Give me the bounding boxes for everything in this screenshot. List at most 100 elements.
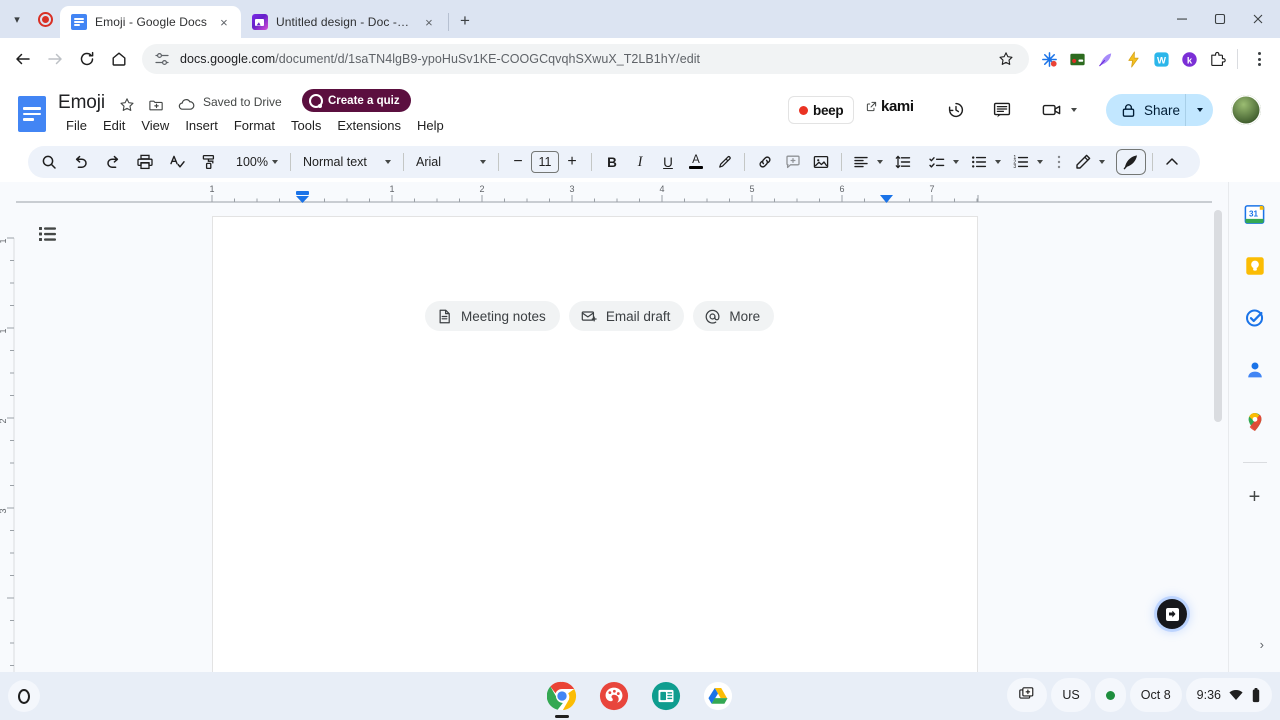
font-family-dropdown[interactable]: Arial	[410, 149, 492, 175]
quill-extension-icon[interactable]	[1093, 47, 1117, 71]
version-history-icon[interactable]	[942, 96, 970, 124]
tab-close-icon[interactable]: ×	[420, 13, 438, 31]
beep-button[interactable]: beep	[788, 96, 855, 124]
menu-format[interactable]: Format	[226, 116, 283, 135]
zoom-level-dropdown[interactable]: 100%	[230, 149, 284, 175]
redo-icon[interactable]	[100, 149, 126, 175]
editing-pencil-icon[interactable]	[1070, 149, 1096, 175]
extensions-puzzle-icon[interactable]	[1205, 47, 1229, 71]
create-quiz-button[interactable]: Create a quiz	[302, 89, 411, 112]
kami-button[interactable]: kami	[866, 98, 914, 115]
close-window-button[interactable]	[1240, 4, 1276, 34]
chrome-app-icon[interactable]	[544, 678, 580, 714]
paint-format-icon[interactable]	[196, 149, 222, 175]
launcher-icon[interactable]	[8, 680, 40, 712]
grammarly-extension-icon[interactable]	[1037, 47, 1061, 71]
screen-recorder-extension-icon[interactable]	[1065, 47, 1089, 71]
google-tasks-icon[interactable]	[1241, 304, 1269, 332]
browser-tab-docs[interactable]: Emoji - Google Docs ×	[60, 6, 241, 38]
paragraph-style-dropdown[interactable]: Normal text	[297, 149, 397, 175]
bold-button[interactable]: B	[598, 149, 626, 175]
minimize-button[interactable]	[1164, 4, 1200, 34]
home-button[interactable]	[104, 44, 134, 74]
undo-icon[interactable]	[68, 149, 94, 175]
document-page[interactable]: Meeting notes Email draft More	[212, 216, 978, 672]
menu-help[interactable]: Help	[409, 116, 452, 135]
keyboard-layout-button[interactable]: US	[1051, 678, 1091, 712]
align-left-icon[interactable]	[848, 149, 874, 175]
forward-button[interactable]	[40, 44, 70, 74]
line-spacing-icon[interactable]	[890, 149, 916, 175]
checklist-icon[interactable]	[924, 149, 950, 175]
collapse-toolbar-icon[interactable]	[1159, 149, 1185, 175]
google-docs-logo[interactable]	[18, 96, 46, 132]
share-button[interactable]: Share	[1106, 94, 1193, 126]
search-icon[interactable]	[36, 149, 62, 175]
decrease-font-size-button[interactable]: −	[505, 149, 531, 175]
wordtune-extension-icon[interactable]: W	[1149, 47, 1173, 71]
numbered-list-dropdown-chevron-down-icon[interactable]	[1034, 149, 1046, 175]
move-to-folder-icon[interactable]	[143, 92, 169, 118]
add-comment-icon[interactable]	[779, 149, 807, 175]
chip-meeting-notes[interactable]: Meeting notes	[425, 301, 560, 331]
kami-extension-icon[interactable]: k	[1177, 47, 1201, 71]
lightning-extension-icon[interactable]	[1121, 47, 1145, 71]
vertical-scrollbar[interactable]	[1214, 210, 1222, 422]
address-bar[interactable]: docs.google.com/document/d/1saTN4lgB9-yp…	[142, 44, 1029, 74]
google-maps-icon[interactable]	[1241, 408, 1269, 436]
menu-edit[interactable]: Edit	[95, 116, 133, 135]
print-icon[interactable]	[132, 149, 158, 175]
google-keep-icon[interactable]	[1241, 252, 1269, 280]
menu-view[interactable]: View	[133, 116, 177, 135]
google-contacts-icon[interactable]	[1241, 356, 1269, 384]
add-apps-button[interactable]: +	[1241, 483, 1269, 511]
palette-app-icon[interactable]	[596, 678, 632, 714]
google-calendar-icon[interactable]: 31	[1241, 200, 1269, 228]
menu-file[interactable]: File	[58, 116, 95, 135]
slides-app-icon[interactable]	[648, 678, 684, 714]
feather-pen-icon[interactable]	[1115, 149, 1146, 175]
new-desk-button[interactable]	[1007, 678, 1048, 712]
site-settings-icon[interactable]	[154, 51, 170, 67]
star-document-icon[interactable]	[114, 92, 140, 118]
link-icon[interactable]	[751, 149, 779, 175]
numbered-list-icon[interactable]: 123	[1008, 149, 1034, 175]
expand-side-panel-chevron-right-icon[interactable]: ›	[1260, 637, 1264, 652]
menu-extensions[interactable]: Extensions	[329, 116, 409, 135]
bulleted-list-icon[interactable]	[966, 149, 992, 175]
document-title[interactable]: Emoji	[58, 92, 105, 114]
text-color-button[interactable]: A	[682, 149, 710, 175]
new-tab-button[interactable]: +	[451, 7, 479, 35]
font-size-input[interactable]: 11	[530, 151, 559, 173]
chrome-menu-kebab-icon[interactable]	[1246, 46, 1272, 72]
horizontal-ruler[interactable]: 1 1 2 3 4 5 6 7	[0, 182, 1228, 204]
checklist-dropdown-chevron-down-icon[interactable]	[950, 149, 962, 175]
tab-search-chevron-down-icon[interactable]: ▾	[4, 0, 30, 38]
tab-close-icon[interactable]: ×	[215, 13, 233, 31]
bookmark-star-icon[interactable]	[995, 48, 1017, 70]
browser-tab-canva[interactable]: Untitled design - Doc - Canva ×	[241, 6, 446, 38]
recording-indicator-icon[interactable]	[30, 0, 60, 38]
document-outline-icon[interactable]	[34, 222, 62, 246]
reload-button[interactable]	[72, 44, 102, 74]
highlight-pen-icon[interactable]	[710, 149, 738, 175]
more-options-icon[interactable]	[1052, 149, 1066, 175]
bulleted-list-dropdown-chevron-down-icon[interactable]	[992, 149, 1004, 175]
spellcheck-icon[interactable]	[164, 149, 190, 175]
menu-insert[interactable]: Insert	[177, 116, 226, 135]
comment-icon[interactable]	[988, 96, 1016, 124]
maximize-button[interactable]	[1202, 4, 1238, 34]
align-dropdown-chevron-down-icon[interactable]	[874, 149, 886, 175]
back-button[interactable]	[8, 44, 38, 74]
video-dropdown-chevron-down-icon[interactable]	[1064, 96, 1084, 124]
insert-image-icon[interactable]	[807, 149, 835, 175]
chip-more[interactable]: More	[693, 301, 775, 331]
status-indicator-button[interactable]	[1094, 678, 1126, 712]
editing-mode-dropdown-chevron-down-icon[interactable]	[1096, 149, 1108, 175]
underline-button[interactable]: U	[654, 149, 682, 175]
assistant-fab-icon[interactable]	[1157, 599, 1187, 629]
account-avatar[interactable]	[1231, 95, 1261, 125]
italic-button[interactable]: I	[626, 149, 654, 175]
increase-font-size-button[interactable]: +	[559, 149, 585, 175]
status-area-button[interactable]: 9:36	[1185, 678, 1272, 712]
